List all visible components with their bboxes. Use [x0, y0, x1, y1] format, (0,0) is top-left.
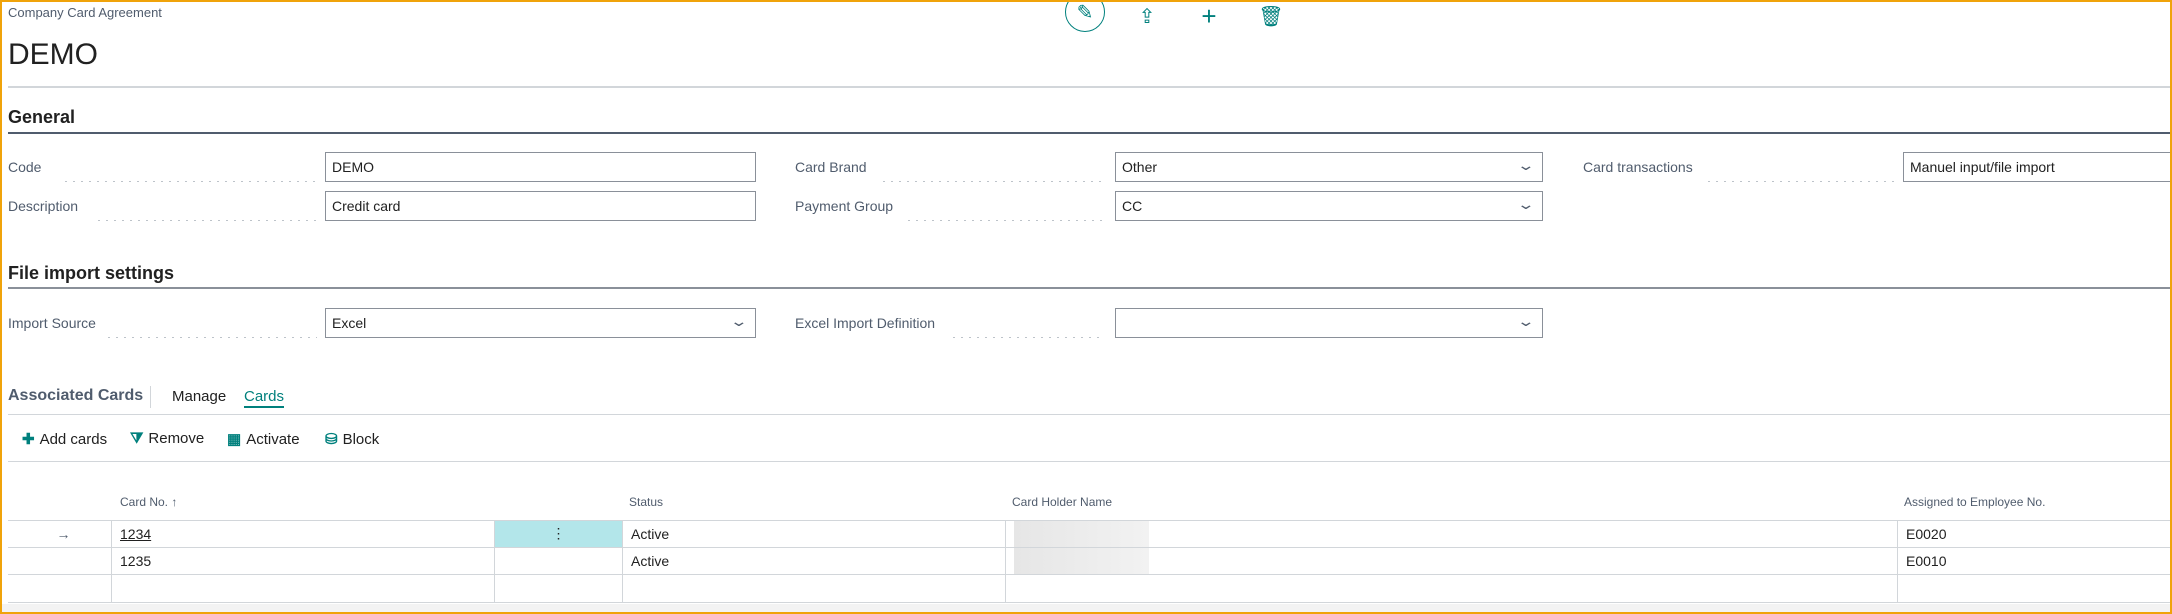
employee-cell[interactable]: E0010 — [1898, 548, 2170, 575]
activate-icon: ▦ — [227, 431, 242, 448]
section-divider — [8, 287, 2170, 289]
excel-import-definition-select[interactable]: ⌄ — [1115, 308, 1543, 338]
plus-icon: + — [1201, 0, 1217, 31]
leader-dots — [950, 308, 1105, 338]
delete-button[interactable]: 🗑 — [1251, 0, 1291, 32]
payment-group-label: Payment Group — [795, 198, 894, 214]
card-holder-cell[interactable] — [1006, 520, 1898, 547]
code-input[interactable]: DEMO — [325, 152, 756, 182]
status-cell[interactable]: Active — [623, 521, 1006, 547]
pencil-icon: ✎ — [1076, 1, 1094, 24]
row-marker — [8, 575, 112, 602]
card-no-cell[interactable] — [112, 575, 495, 602]
row-selected-arrow-icon: → — [8, 521, 112, 547]
section-divider — [8, 132, 2170, 134]
share-button[interactable]: ⇪ — [1127, 0, 1167, 32]
code-label: Code — [8, 159, 42, 175]
status-cell[interactable]: Active — [623, 547, 1006, 574]
chevron-down-icon: ⌄ — [729, 313, 749, 329]
associated-cards-title: Associated Cards — [8, 387, 144, 404]
import-source-select[interactable]: Excel ⌄ — [325, 308, 756, 338]
card-holder-cell[interactable] — [1006, 547, 1898, 574]
breadcrumb: Company Card Agreement — [8, 5, 162, 20]
column-header-card-no[interactable]: Card No. ↑ — [120, 495, 177, 509]
import-source-label: Import Source — [8, 315, 96, 331]
table-row[interactable]: 1235 Active E0010 — [8, 547, 2170, 575]
add-cards-label: Add cards — [39, 430, 108, 448]
new-button[interactable]: + — [1189, 0, 1229, 32]
tab-manage[interactable]: Manage — [172, 388, 226, 405]
leader-dots — [880, 152, 1105, 182]
divider — [8, 414, 2170, 415]
column-header-card-holder[interactable]: Card Holder Name — [1012, 495, 1112, 509]
redacted-name — [1014, 520, 1149, 547]
row-menu-cell[interactable] — [495, 575, 623, 602]
leader-dots — [95, 191, 317, 221]
edit-button[interactable]: ✎ — [1065, 0, 1105, 32]
block-label: Block — [342, 430, 380, 448]
tab-separator — [150, 386, 151, 408]
divider — [8, 461, 2170, 462]
activate-label: Activate — [246, 430, 300, 448]
employee-cell[interactable] — [1898, 575, 2170, 602]
cards-table: → 1234 ⋮ Active E0020 1235 Active E0010 — [8, 520, 2170, 603]
table-row-empty[interactable] — [8, 575, 2170, 603]
card-transactions-input[interactable]: Manuel input/file import — [1903, 152, 2172, 182]
chevron-down-icon: ⌄ — [1516, 196, 1536, 212]
section-file-import-title[interactable]: File import settings — [8, 263, 174, 284]
card-brand-select[interactable]: Other ⌄ — [1115, 152, 1543, 182]
description-input[interactable]: Credit card — [325, 191, 756, 221]
section-general-title[interactable]: General — [8, 107, 75, 128]
status-cell[interactable] — [623, 575, 1006, 602]
redacted-name — [1014, 547, 1149, 574]
leader-dots — [1705, 152, 1895, 182]
header-divider — [8, 86, 2170, 88]
footer-strip — [2, 604, 2170, 612]
table-row[interactable]: → 1234 ⋮ Active E0020 — [8, 520, 2170, 548]
payment-group-value: CC — [1122, 198, 1143, 214]
remove-filter-icon: ⧩ — [130, 430, 144, 447]
employee-cell[interactable]: E0020 — [1898, 521, 2170, 547]
remove-button[interactable]: ⧩ Remove — [130, 430, 204, 447]
trash-icon: 🗑 — [1258, 5, 1284, 28]
share-icon: ⇪ — [1138, 5, 1156, 28]
row-menu-cell[interactable] — [495, 547, 623, 574]
row-menu-button[interactable]: ⋮ — [495, 521, 623, 547]
card-no-cell[interactable]: 1235 — [112, 547, 495, 574]
column-header-status[interactable]: Status — [629, 495, 663, 509]
leader-dots — [105, 308, 317, 338]
chevron-down-icon: ⌄ — [1516, 313, 1536, 329]
card-transactions-label: Card transactions — [1583, 159, 1693, 175]
block-icon: ⛁ — [325, 431, 338, 448]
page-title: DEMO — [8, 38, 98, 71]
card-no-cell[interactable]: 1234 — [112, 521, 495, 547]
excel-import-definition-label: Excel Import Definition — [795, 315, 936, 331]
card-holder-cell[interactable] — [1006, 575, 1898, 602]
chevron-down-icon: ⌄ — [1516, 157, 1536, 173]
tab-cards[interactable]: Cards — [244, 388, 285, 408]
card-brand-value: Other — [1122, 159, 1158, 175]
card-brand-label: Card Brand — [795, 159, 867, 175]
row-marker — [8, 547, 112, 574]
description-label: Description — [8, 198, 79, 214]
leader-dots — [905, 191, 1105, 221]
remove-label: Remove — [148, 430, 205, 447]
payment-group-select[interactable]: CC ⌄ — [1115, 191, 1543, 221]
column-header-employee[interactable]: Assigned to Employee No. — [1904, 495, 2045, 509]
leader-dots — [62, 152, 317, 182]
plus-icon: ✚ — [22, 431, 35, 448]
add-cards-button[interactable]: ✚ Add cards — [22, 430, 108, 449]
block-button[interactable]: ⛁ Block — [325, 430, 380, 449]
import-source-value: Excel — [332, 315, 367, 331]
activate-button[interactable]: ▦ Activate — [227, 430, 300, 449]
